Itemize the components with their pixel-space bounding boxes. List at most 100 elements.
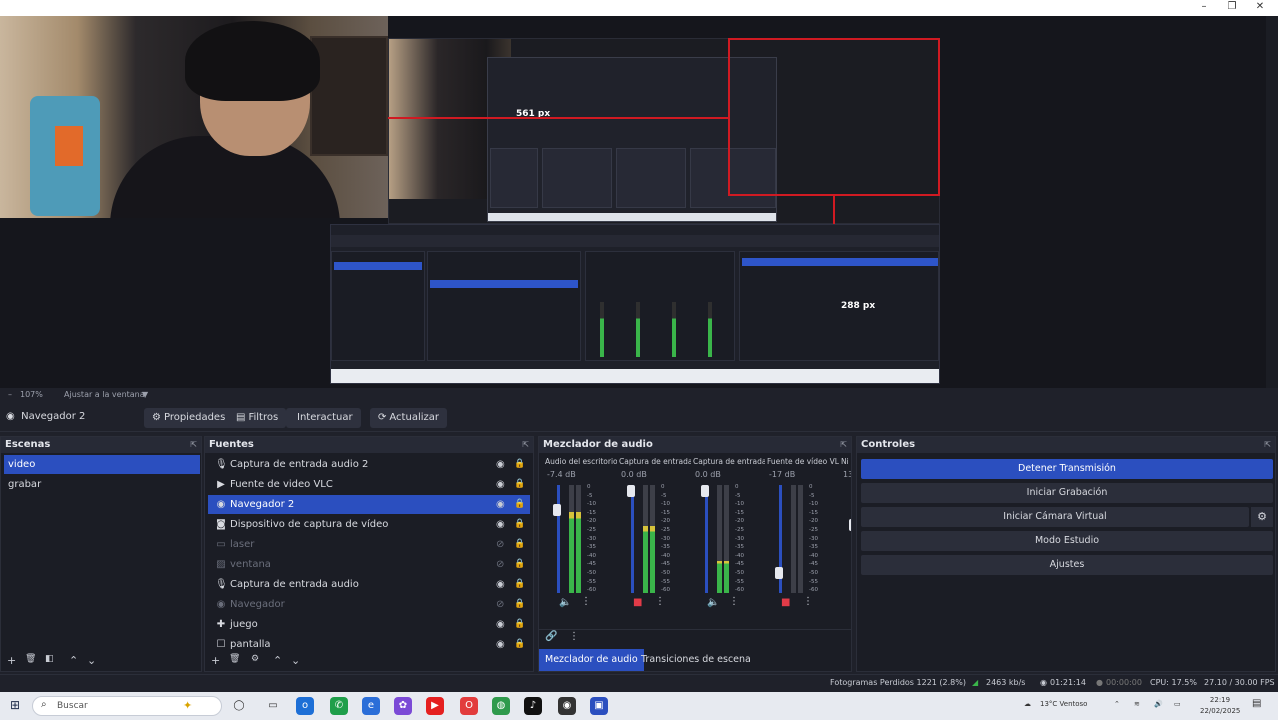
tray-chevron-icon[interactable]: ⌃	[1114, 700, 1120, 708]
source-item[interactable]: ▭ laser ⊘ 🔒	[208, 535, 530, 554]
volume-slider-handle[interactable]	[701, 485, 709, 497]
eye-icon[interactable]: ◉	[496, 455, 505, 474]
obs-taskbar-icon[interactable]: ◉	[558, 697, 576, 715]
remove-source-icon[interactable]: 🗑	[229, 654, 240, 664]
volume-slider-handle[interactable]	[849, 518, 851, 531]
lock-icon[interactable]: 🔒	[514, 475, 525, 494]
muted-speaker-icon[interactable]: ■	[781, 597, 790, 608]
source-item[interactable]: ◉ Navegador ⊘ 🔒	[208, 595, 530, 614]
volume-slider-handle[interactable]	[775, 566, 783, 579]
chrome-icon[interactable]: ◍	[492, 697, 510, 715]
start-recording-button[interactable]: Iniciar Grabación	[861, 483, 1273, 503]
source-item[interactable]: 🎙 Captura de entrada audio ◉ 🔒	[208, 575, 530, 594]
eye-off-icon[interactable]: ⊘	[496, 535, 504, 554]
remove-scene-icon[interactable]: 🗑	[25, 654, 36, 664]
taskbar-search[interactable]: ⌕ Buscar ✦	[32, 696, 222, 716]
interact-button[interactable]: Interactuar	[286, 408, 361, 428]
link-icon[interactable]: 🔗	[545, 631, 557, 642]
scene-item-grabar[interactable]: grabar	[4, 475, 200, 494]
whatsapp-icon[interactable]: ✆	[330, 697, 348, 715]
windows-start-icon[interactable]: ⊞	[10, 698, 20, 712]
start-virtual-camera-button[interactable]: Iniciar Cámara Virtual	[861, 507, 1249, 527]
source-item[interactable]: ◙ Dispositivo de captura de vídeo ◉ 🔒	[208, 515, 530, 534]
channel-menu-icon[interactable]: ⋮	[655, 596, 665, 607]
volume-slider-handle[interactable]	[553, 504, 561, 517]
muted-speaker-icon[interactable]: ■	[633, 597, 642, 608]
volume-icon[interactable]: 🔊	[1154, 700, 1163, 708]
source-item[interactable]: 🎙 Captura de entrada audio 2 ◉ 🔒	[208, 455, 530, 474]
channel-menu-icon[interactable]: ⋮	[729, 596, 739, 607]
move-up-icon[interactable]: ⌃	[273, 654, 282, 667]
lock-icon[interactable]: 🔒	[514, 595, 525, 614]
virtual-camera-settings-icon[interactable]: ⚙	[1251, 507, 1273, 527]
lock-icon[interactable]: 🔒	[514, 555, 525, 574]
undock-icon[interactable]: ⇱	[1264, 437, 1271, 453]
eye-icon[interactable]: ◉	[496, 575, 505, 594]
youtube-icon[interactable]: ▶	[426, 697, 444, 715]
stop-streaming-button[interactable]: Detener Transmisión	[861, 459, 1273, 479]
refresh-button[interactable]: ⟳ Actualizar	[370, 408, 447, 428]
eye-icon[interactable]: ◉	[496, 475, 505, 494]
preview-scrollbar[interactable]	[1266, 16, 1278, 388]
move-down-icon[interactable]: ⌄	[87, 654, 96, 667]
lock-icon[interactable]: 🔒	[514, 535, 525, 554]
add-source-icon[interactable]: +	[211, 654, 220, 667]
selection-bounding-box[interactable]	[728, 38, 940, 196]
close-button[interactable]: ✕	[1246, 0, 1274, 16]
minimize-button[interactable]: –	[1190, 0, 1218, 16]
source-item[interactable]: ☐ pantalla ◉ 🔒	[208, 635, 530, 654]
lock-icon[interactable]: 🔒	[514, 615, 525, 634]
tab-audio-mixer[interactable]: Mezclador de audio	[539, 649, 644, 671]
studio-mode-button[interactable]: Modo Estudio	[861, 531, 1273, 551]
zoom-fit-select[interactable]: Ajustar a la ventana	[64, 390, 145, 399]
eye-icon[interactable]: ◉	[496, 615, 505, 634]
wifi-icon[interactable]: ≋	[1134, 700, 1140, 708]
tiktok-icon[interactable]: ♪	[524, 697, 542, 715]
eye-off-icon[interactable]: ⊘	[496, 595, 504, 614]
lock-icon[interactable]: 🔒	[514, 515, 525, 534]
eye-off-icon[interactable]: ⊘	[496, 555, 504, 574]
eye-icon[interactable]: ◉	[496, 635, 505, 654]
zoom-level[interactable]: 107%	[20, 390, 43, 399]
channel-menu-icon[interactable]: ⋮	[803, 596, 813, 607]
notifications-icon[interactable]: ▤	[1252, 698, 1261, 709]
edge-icon[interactable]: e	[362, 697, 380, 715]
move-up-icon[interactable]: ⌃	[69, 654, 78, 667]
properties-button[interactable]: ⚙ Propiedades	[144, 408, 234, 428]
lock-icon[interactable]: 🔒	[514, 455, 525, 474]
volume-slider-handle[interactable]	[627, 485, 635, 497]
scene-filters-icon[interactable]: ◧	[45, 654, 54, 664]
volume-slider[interactable]	[705, 485, 708, 593]
eye-icon[interactable]: ◉	[496, 495, 505, 514]
preview-canvas[interactable]: 561 px 288 px	[0, 16, 1266, 388]
lock-icon[interactable]: 🔒	[514, 575, 525, 594]
add-scene-icon[interactable]: +	[7, 654, 16, 667]
zoom-minus[interactable]: –	[8, 390, 12, 399]
preview-area[interactable]: 561 px 288 px	[0, 16, 1278, 388]
app-icon[interactable]: ✿	[394, 697, 412, 715]
file-explorer-icon[interactable]: ▭	[264, 697, 282, 715]
battery-icon[interactable]: ▭	[1174, 700, 1181, 708]
chevron-down-icon[interactable]: ▼	[142, 390, 148, 399]
active-app-icon[interactable]: ▣	[590, 697, 608, 715]
outlook-icon[interactable]: o	[296, 697, 314, 715]
move-down-icon[interactable]: ⌄	[291, 654, 300, 667]
undock-icon[interactable]: ⇱	[190, 437, 197, 453]
channel-menu-icon[interactable]: ⋮	[581, 596, 591, 607]
maximize-button[interactable]: ❐	[1218, 0, 1246, 16]
source-item[interactable]: ▶ Fuente de video VLC ◉ 🔒	[208, 475, 530, 494]
volume-slider[interactable]	[631, 485, 634, 593]
undock-icon[interactable]: ⇱	[522, 437, 529, 453]
mixer-menu-icon[interactable]: ⋮	[569, 631, 579, 642]
taskbar-clock[interactable]: 22:19 22/02/2025	[1200, 695, 1240, 717]
source-item[interactable]: ▨ ventana ⊘ 🔒	[208, 555, 530, 574]
opera-icon[interactable]: O	[460, 697, 478, 715]
speaker-icon[interactable]: 🔈	[559, 597, 571, 608]
task-view-icon[interactable]: ◯	[230, 697, 248, 715]
eye-icon[interactable]: ◉	[496, 515, 505, 534]
source-properties-icon[interactable]: ⚙	[251, 654, 259, 664]
source-item[interactable]: ✚ juego ◉ 🔒	[208, 615, 530, 634]
settings-button[interactable]: Ajustes	[861, 555, 1273, 575]
tab-scene-transitions[interactable]: Transiciones de escena	[635, 649, 757, 671]
speaker-icon[interactable]: 🔈	[707, 597, 719, 608]
